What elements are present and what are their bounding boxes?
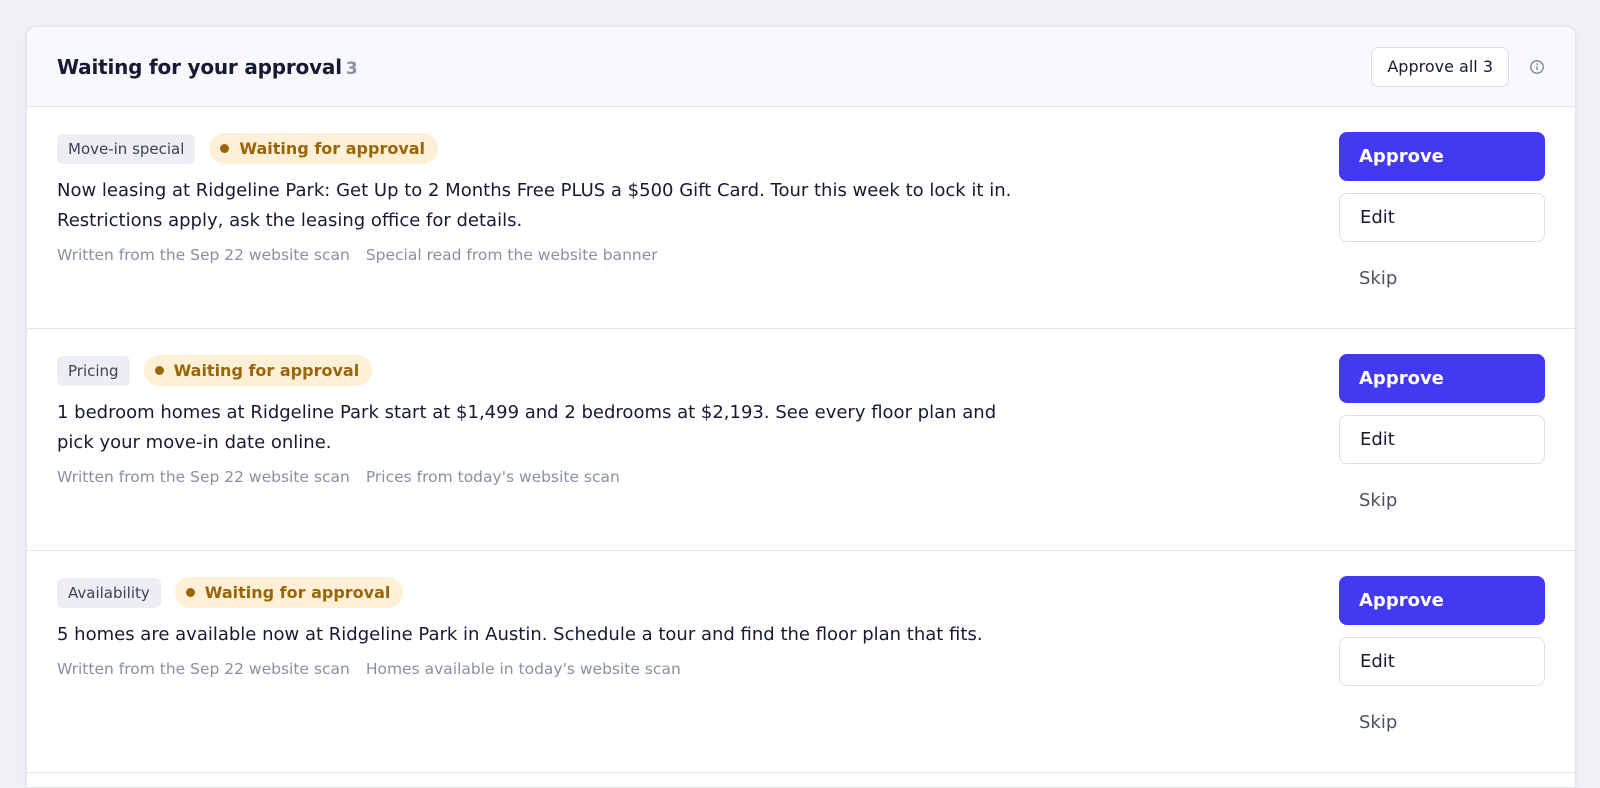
- item-actions: Approve Edit Skip: [1339, 576, 1545, 747]
- skip-button[interactable]: Skip: [1339, 698, 1545, 747]
- category-tag: Pricing: [57, 355, 130, 386]
- approval-panel: Waiting for your approval 3 Approve all 3…: [26, 26, 1576, 788]
- approve-button[interactable]: Approve: [1339, 132, 1545, 181]
- item-note: Prices from today's website scan: [365, 468, 620, 486]
- status-label: Waiting for approval: [239, 139, 426, 158]
- approval-item-content: Availability Waiting for approval 5 home…: [57, 577, 1037, 678]
- skip-button[interactable]: Skip: [1339, 476, 1545, 525]
- skip-button[interactable]: Skip: [1339, 254, 1545, 303]
- edit-button[interactable]: Edit: [1339, 193, 1545, 242]
- item-actions: Approve Edit Skip: [1339, 354, 1545, 525]
- item-source: Written from the Sep 22 website scan: [57, 468, 350, 486]
- status-dot-icon: [220, 144, 230, 153]
- item-message: 1 bedroom homes at Ridgeline Park start …: [57, 402, 997, 453]
- edit-button[interactable]: Edit: [1339, 637, 1545, 686]
- item-source: Written from the Sep 22 website scan: [57, 246, 350, 264]
- approval-item: Pricing Waiting for approval 1 bedroom h…: [27, 329, 1575, 551]
- status-badge: Waiting for approval: [143, 355, 373, 386]
- edit-button[interactable]: Edit: [1339, 415, 1545, 464]
- status-dot-icon: [185, 588, 195, 597]
- approval-item: Availability Waiting for approval 5 home…: [27, 551, 1575, 773]
- item-meta: Written from the Sep 22 website scan Spe…: [57, 246, 1037, 264]
- category-tag: Move-in special: [57, 133, 196, 164]
- header-actions: Approve all 3: [1371, 46, 1545, 87]
- info-icon[interactable]: [1529, 59, 1545, 75]
- approve-all-button[interactable]: Approve all 3: [1371, 46, 1509, 87]
- approve-button[interactable]: Approve: [1339, 354, 1545, 403]
- status-badge: Waiting for approval: [174, 577, 404, 608]
- pending-count: 3: [345, 58, 358, 79]
- item-message: Now leasing at Ridgeline Park: Get Up to…: [57, 180, 1012, 231]
- panel-title-group: Waiting for your approval 3: [57, 55, 358, 79]
- approval-item-content: Move-in special Waiting for approval Now…: [57, 133, 1037, 264]
- status-dot-icon: [154, 366, 164, 375]
- status-label: Waiting for approval: [204, 583, 391, 602]
- approve-button[interactable]: Approve: [1339, 576, 1545, 625]
- category-tag: Availability: [57, 577, 161, 608]
- item-note: Homes available in today's website scan: [365, 660, 681, 678]
- item-note: Special read from the website banner: [365, 246, 658, 264]
- item-tags: Availability Waiting for approval: [57, 577, 1037, 608]
- approval-item: Move-in special Waiting for approval Now…: [27, 107, 1575, 329]
- status-badge: Waiting for approval: [209, 133, 439, 164]
- item-tags: Pricing Waiting for approval: [57, 355, 1037, 386]
- item-source: Written from the Sep 22 website scan: [57, 660, 350, 678]
- approval-item-content: Pricing Waiting for approval 1 bedroom h…: [57, 355, 1037, 486]
- item-actions: Approve Edit Skip: [1339, 132, 1545, 303]
- item-message: 5 homes are available now at Ridgeline P…: [57, 624, 983, 645]
- item-tags: Move-in special Waiting for approval: [57, 133, 1037, 164]
- page-title: Waiting for your approval: [57, 54, 342, 79]
- item-meta: Written from the Sep 22 website scan Pri…: [57, 468, 1037, 486]
- status-label: Waiting for approval: [173, 361, 360, 380]
- item-meta: Written from the Sep 22 website scan Hom…: [57, 660, 1037, 678]
- panel-header: Waiting for your approval 3 Approve all 3: [27, 27, 1575, 107]
